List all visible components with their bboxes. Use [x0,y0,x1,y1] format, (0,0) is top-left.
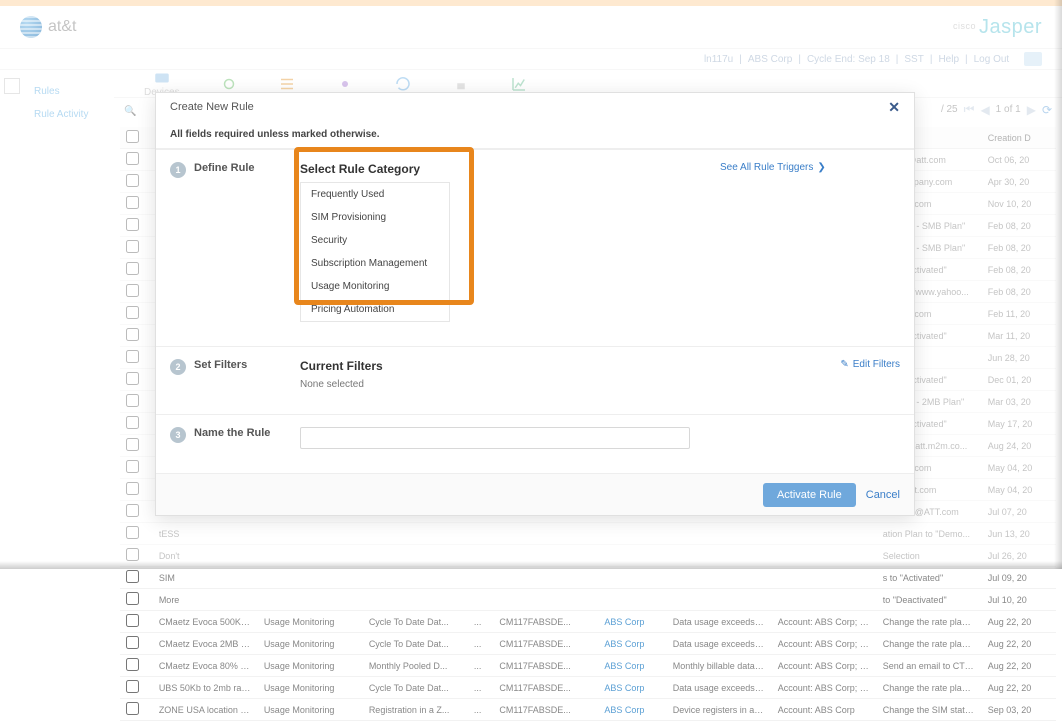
create-rule-modal: Create New Rule ✕ All fields required un… [155,92,915,516]
step-1-badge: 1 [170,162,186,178]
cancel-button[interactable]: Cancel [866,489,900,501]
table-row[interactable]: ZONE USA location upd...Usage Monitoring… [120,699,1056,721]
row-checkbox[interactable] [126,680,139,693]
see-all-triggers-link[interactable]: See All Rule Triggers ❯ [720,162,826,173]
table-row[interactable]: CMaetz Evoca 500KB to...Usage Monitoring… [120,611,1056,633]
row-checkbox[interactable] [126,570,139,583]
modal-title: Create New Rule [170,101,254,113]
edit-filters-link[interactable]: ✎ Edit Filters [840,359,900,370]
row-checkbox[interactable] [126,636,139,649]
pencil-icon: ✎ [840,359,848,370]
table-row[interactable]: UBS 50Kb to 2mb rate...Usage MonitoringC… [120,677,1056,699]
category-option[interactable]: SIM Provisioning [301,206,449,229]
step-2-badge: 2 [170,359,186,375]
current-filters-title: Current Filters [300,359,720,373]
row-checkbox[interactable] [126,702,139,715]
category-option[interactable]: Usage Monitoring [301,275,449,298]
table-row[interactable]: CMaetz Evoca 80% of S...Usage Monitoring… [120,655,1056,677]
rule-name-input[interactable] [300,427,690,449]
table-row[interactable]: Moreto "Deactivated"Jul 10, 20 [120,589,1056,611]
step-3-badge: 3 [170,427,186,443]
category-option[interactable]: Frequently Used [301,183,449,206]
category-option[interactable]: Security [301,229,449,252]
close-icon[interactable]: ✕ [888,99,900,116]
table-row[interactable]: SIMs to "Activated"Jul 09, 20 [120,567,1056,589]
rule-category-title: Select Rule Category [300,162,720,176]
category-option[interactable]: Pricing Automation [301,298,449,321]
rule-category-list: Frequently UsedSIM ProvisioningSecurityS… [300,182,450,322]
row-checkbox[interactable] [126,592,139,605]
required-note: All fields required unless marked otherw… [156,121,914,149]
row-checkbox[interactable] [126,614,139,627]
activate-rule-button[interactable]: Activate Rule [763,483,856,507]
filters-none: None selected [300,379,720,390]
category-option[interactable]: Subscription Management [301,252,449,275]
table-row[interactable]: CMaetz Evoca 2MB to S...Usage Monitoring… [120,633,1056,655]
row-checkbox[interactable] [126,658,139,671]
chevron-right-icon: ❯ [817,162,825,173]
